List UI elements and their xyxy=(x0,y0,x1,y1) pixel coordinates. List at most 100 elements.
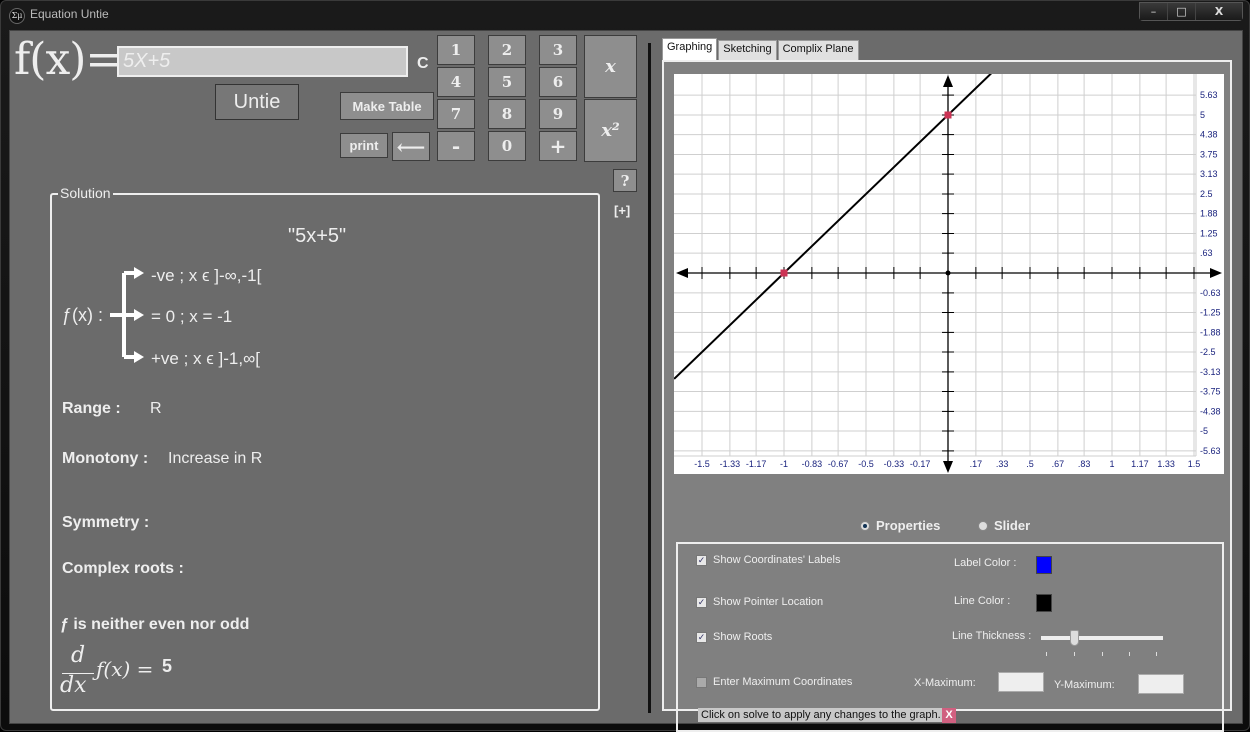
label-color-label: Label Color : xyxy=(954,557,1017,569)
x-squared-button[interactable]: x² xyxy=(584,99,637,162)
title-bar: Σμ Equation Untie – □ X xyxy=(1,1,1249,29)
sign-case-zero: = 0 ; x = -1 xyxy=(151,307,233,326)
key-seven-button[interactable]: 7 xyxy=(437,99,475,129)
y-tick-label: -5.63 xyxy=(1200,446,1221,456)
make-table-button[interactable]: Make Table xyxy=(340,92,434,120)
x-tick-label: -0.83 xyxy=(802,459,823,469)
monotony-value: Increase in R xyxy=(168,450,263,467)
y-tick-label: -5 xyxy=(1200,426,1208,436)
key-three-button[interactable]: 3 xyxy=(539,35,577,65)
y-tick-label: -2.5 xyxy=(1200,347,1216,357)
show-pointer-text: Show Pointer Location xyxy=(713,596,824,608)
show-roots-checkbox[interactable]: ✓ Show Roots xyxy=(696,631,772,643)
y-tick-label: 2.5 xyxy=(1200,189,1213,199)
clear-button[interactable]: C xyxy=(417,55,429,73)
show-pointer-checkbox[interactable]: ✓ Show Pointer Location xyxy=(696,596,823,608)
tab-complix-plane[interactable]: Complix Plane xyxy=(777,40,859,60)
radio-properties-indicator[interactable] xyxy=(860,520,870,531)
tab-graphing[interactable]: Graphing xyxy=(662,38,718,60)
slider-tick xyxy=(1156,652,1157,656)
slider-tick xyxy=(1046,652,1047,656)
solution-panel: Solution "5x+5" ƒ(x) : -ve ; x ϵ ]-∞,-1[… xyxy=(50,185,600,711)
graph-area[interactable]: -1.5 -1.33 -1.17 -1 -0.83 -0.67 -0.5 -0.33 -0.17… xyxy=(674,74,1224,474)
expand-button[interactable]: [+] xyxy=(614,203,630,218)
x-tick-label: -1.17 xyxy=(746,459,767,469)
maximize-button[interactable]: □ xyxy=(1168,3,1196,20)
minimize-button[interactable]: – xyxy=(1140,3,1168,20)
x-tick-label: 1.33 xyxy=(1157,459,1175,469)
key-one-button[interactable]: 1 xyxy=(437,35,475,65)
enter-max-checkbox[interactable]: Enter Maximum Coordinates xyxy=(696,676,852,688)
x-tick-label: .17 xyxy=(970,459,983,469)
y-tick-label: 4.38 xyxy=(1200,130,1218,140)
show-coord-labels-text: Show Coordinates' Labels xyxy=(713,554,841,566)
x-tick-label: 1.17 xyxy=(1131,459,1149,469)
checkbox-checked-icon[interactable]: ✓ xyxy=(696,596,707,608)
print-button[interactable]: print xyxy=(340,133,388,158)
y-tick-label: -0.63 xyxy=(1200,288,1221,298)
slider-tick xyxy=(1102,652,1103,656)
y-max-label: Y-Maximum: xyxy=(1054,679,1115,691)
label-color-swatch[interactable] xyxy=(1036,556,1052,574)
x-tick-label: 1.5 xyxy=(1188,459,1201,469)
show-coord-labels-checkbox[interactable]: ✓ Show Coordinates' Labels xyxy=(696,554,840,566)
line-thickness-slider-track[interactable] xyxy=(1041,636,1163,640)
client-area: f(x)= C Untie Make Table print ⟵ 123 456 7… xyxy=(9,30,1243,732)
x-axis-left-arrow-icon xyxy=(676,268,688,278)
y-tick-label: 1.25 xyxy=(1200,229,1218,239)
parity-text: ƒ is neither even nor odd xyxy=(60,616,250,633)
y-tick-label: 3.75 xyxy=(1200,150,1218,160)
line-thickness-slider-thumb[interactable] xyxy=(1069,630,1079,646)
help-button[interactable]: ? xyxy=(613,169,637,192)
checkbox-unchecked-icon[interactable] xyxy=(696,676,707,688)
y-intercept-point xyxy=(944,111,952,119)
close-button[interactable]: X xyxy=(1196,3,1242,20)
x-max-label: X-Maximum: xyxy=(914,677,976,689)
radio-slider[interactable]: Slider xyxy=(978,518,1030,533)
x-variable-button[interactable]: x xyxy=(584,35,637,98)
branch-arrows-icon xyxy=(110,267,144,363)
enter-max-text: Enter Maximum Coordinates xyxy=(713,676,853,688)
key-zero-button[interactable]: 0 xyxy=(488,131,526,161)
checkbox-checked-icon[interactable]: ✓ xyxy=(696,554,707,566)
y-axis-down-arrow-icon xyxy=(943,461,953,473)
backspace-button[interactable]: ⟵ xyxy=(392,132,430,161)
checkbox-checked-icon[interactable]: ✓ xyxy=(696,631,707,643)
equation-input[interactable] xyxy=(117,46,408,77)
panel-divider xyxy=(648,43,651,713)
key-two-button[interactable]: 2 xyxy=(488,35,526,65)
line-color-swatch[interactable] xyxy=(1036,594,1052,612)
key-plus-button[interactable]: + xyxy=(539,131,577,161)
key-four-button[interactable]: 4 xyxy=(437,67,475,97)
x-tick-label: -0.17 xyxy=(910,459,931,469)
key-eight-button[interactable]: 8 xyxy=(488,99,526,129)
radio-properties[interactable]: Properties xyxy=(860,518,940,533)
x-tick-label: -1 xyxy=(780,459,788,469)
y-tick-label: -3.13 xyxy=(1200,367,1221,377)
tab-sketching[interactable]: Sketching xyxy=(718,40,777,60)
y-tick-label: -1.25 xyxy=(1200,308,1221,318)
graph-canvas[interactable]: -1.5 -1.33 -1.17 -1 -0.83 -0.67 -0.5 -0.33 -0.17… xyxy=(674,74,1224,474)
key-six-button[interactable]: 6 xyxy=(539,67,577,97)
key-nine-button[interactable]: 9 xyxy=(539,99,577,129)
x-tick-label: -0.67 xyxy=(828,459,849,469)
origin-dot xyxy=(945,270,951,276)
derivative-denominator: dx xyxy=(60,673,87,698)
tab-bar: Graphing Sketching Complix Plane xyxy=(662,38,860,60)
x-max-input[interactable] xyxy=(998,672,1044,692)
symmetry-label: Symmetry : xyxy=(62,514,150,531)
radio-slider-indicator[interactable] xyxy=(978,520,988,531)
sign-case-positive: +ve ; x ϵ ]-1,∞[ xyxy=(151,349,260,368)
x-tick-label: -1.33 xyxy=(720,459,741,469)
root-point xyxy=(780,269,788,277)
untie-button[interactable]: Untie xyxy=(215,84,299,120)
show-roots-text: Show Roots xyxy=(713,631,773,643)
key-minus-button[interactable]: - xyxy=(437,131,475,161)
y-max-input[interactable] xyxy=(1138,674,1184,694)
hint-close-button[interactable]: X xyxy=(942,708,956,723)
y-tick-label: -4.38 xyxy=(1200,406,1221,416)
line-thickness-label: Line Thickness : xyxy=(952,630,1032,642)
fx-label: f(x)= xyxy=(14,34,122,85)
hint-message: Click on solve to apply any changes to t… xyxy=(698,708,944,722)
key-five-button[interactable]: 5 xyxy=(488,67,526,97)
